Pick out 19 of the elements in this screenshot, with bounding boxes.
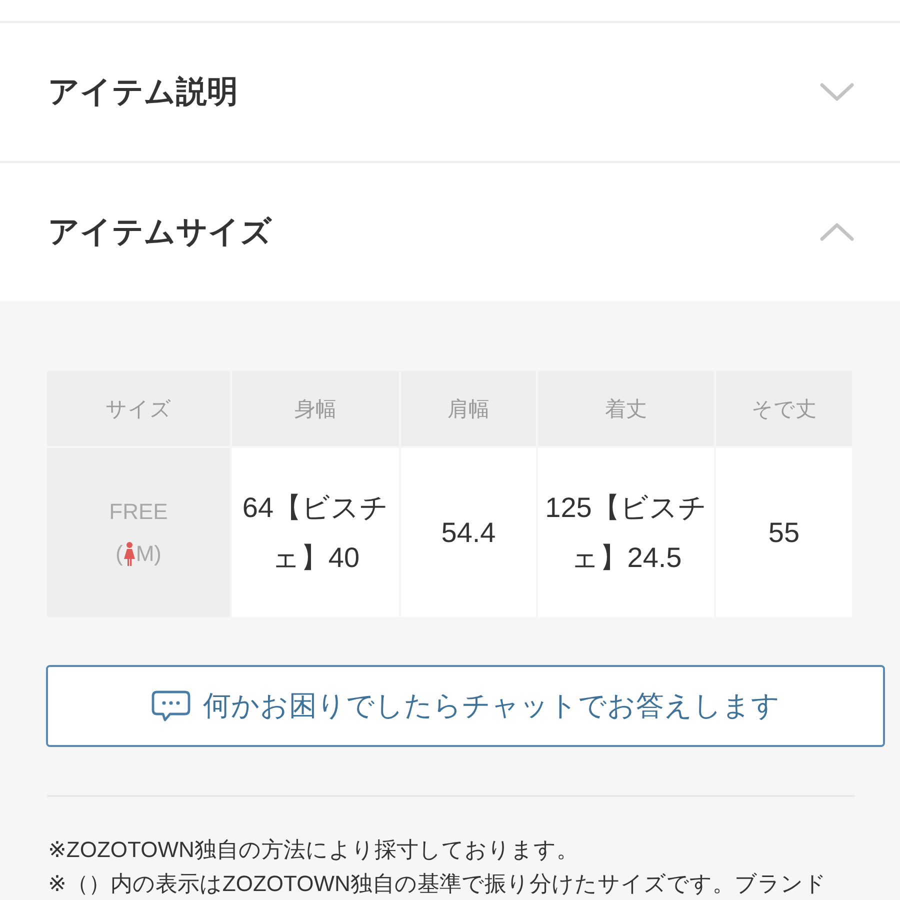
chat-bubble-icon: [151, 690, 191, 722]
note-text: ※ZOZOTOWN独自の方法により採寸しております。: [48, 836, 580, 864]
note-text: ※（）内の表示はZOZOTOWN独自の基準で振り分けたサイズです。ブランド: [48, 870, 828, 898]
column-header: サイズ: [47, 371, 230, 446]
column-header: そで丈: [716, 371, 852, 446]
woman-figure-icon: [124, 542, 135, 566]
size-label: FREE: [109, 498, 168, 526]
column-header: 肩幅: [401, 371, 536, 446]
size-note-text: M): [136, 540, 162, 568]
table-cell: 64【ビスチェ】40: [232, 448, 399, 617]
chat-button[interactable]: 何かお困りでしたらチャットでお答えします: [46, 665, 885, 747]
chevron-down-icon: [820, 83, 854, 101]
table-cell: 125【ビスチェ】24.5: [538, 448, 714, 617]
size-note-text: (: [116, 540, 123, 568]
column-header: 身幅: [232, 371, 399, 446]
chevron-up-icon: [820, 223, 854, 241]
table-cell: 54.4: [401, 448, 536, 617]
column-header: 着丈: [538, 371, 714, 446]
table-cell: 55: [716, 448, 852, 617]
